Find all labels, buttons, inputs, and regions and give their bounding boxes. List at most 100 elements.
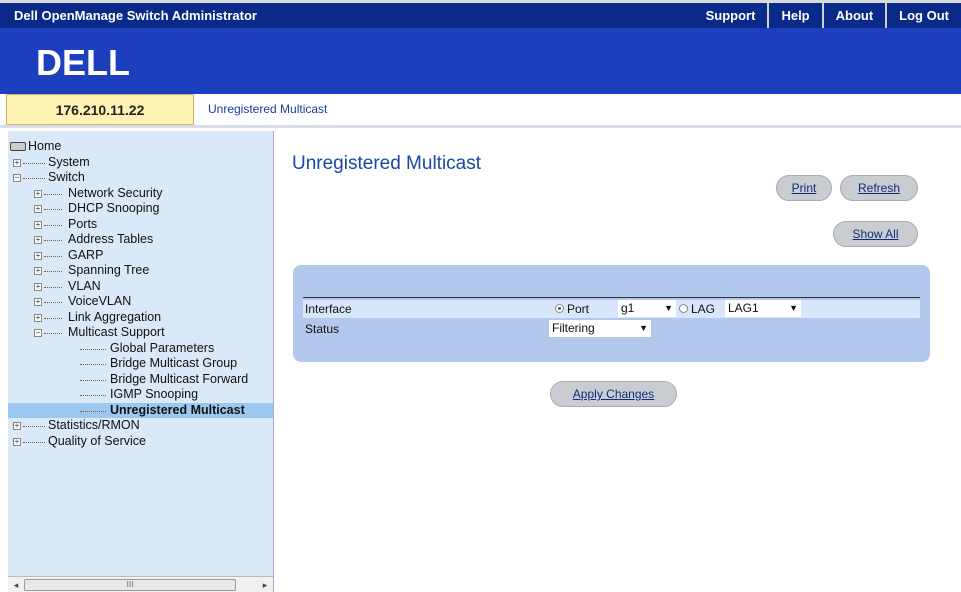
tree-connector (80, 379, 106, 381)
tree-item-ports[interactable]: + Ports (8, 216, 273, 233)
show-all-button[interactable]: Show All (833, 221, 918, 247)
tree-label: Bridge Multicast Group (110, 356, 238, 370)
breadcrumb[interactable]: Unregistered Multicast (208, 102, 327, 116)
expand-icon[interactable]: + (34, 282, 42, 291)
tree-connector (44, 302, 62, 303)
status-select-value: Filtering (552, 321, 595, 335)
tree-label: Address Tables (68, 232, 154, 246)
tree-label: Network Security (68, 185, 163, 200)
expand-icon[interactable]: + (34, 205, 42, 213)
refresh-button[interactable]: Refresh (840, 175, 918, 201)
tree-connector (23, 178, 45, 179)
expand-icon[interactable]: + (34, 220, 42, 229)
tree-item-global-parameters[interactable]: Global Parameters (8, 341, 273, 357)
tree-label: Quality of Service (48, 433, 146, 448)
log-out-link[interactable]: Log Out (885, 3, 961, 28)
tree-connector (44, 224, 62, 226)
tree-connector (44, 209, 62, 210)
tree-connector (80, 395, 106, 396)
status-label: Status (305, 322, 340, 336)
expand-icon[interactable]: + (13, 422, 21, 430)
panel-divider (303, 297, 920, 298)
tree-connector (80, 410, 106, 412)
tree-label: Ports (68, 216, 98, 231)
tree-item-dhcp-snooping[interactable]: + DHCP Snooping (8, 201, 273, 217)
tree-connector (44, 271, 62, 272)
tree-label: IGMP Snooping (110, 387, 199, 401)
tree-item-voicevlan[interactable]: + VoiceVLAN (8, 294, 273, 310)
lag-select[interactable]: LAG1 ▼ (725, 300, 801, 317)
status-select[interactable]: Filtering ▼ (549, 320, 651, 337)
port-radio[interactable] (555, 304, 564, 313)
chevron-down-icon: ▼ (664, 303, 673, 313)
lag-radio[interactable] (679, 304, 688, 313)
collapse-icon[interactable]: − (34, 329, 42, 337)
tree-label: VoiceVLAN (68, 294, 132, 308)
tree-connector (80, 348, 106, 350)
chevron-down-icon: ▼ (639, 323, 648, 333)
tree-connector (44, 333, 62, 334)
dell-logo-text: DELL (36, 42, 130, 83)
tree-item-address-tables[interactable]: + Address Tables (8, 232, 273, 248)
dell-logo: DELL (36, 42, 130, 84)
ip-address: 176.210.11.22 (6, 94, 194, 125)
expand-icon[interactable]: + (34, 298, 42, 306)
tree-item-home[interactable]: Home (8, 139, 273, 155)
tree-label: Switch (48, 170, 85, 184)
tree-item-network-security[interactable]: + Network Security (8, 185, 273, 202)
tree-item-system[interactable]: + System (8, 154, 273, 171)
tree-label: Spanning Tree (68, 263, 150, 277)
support-link[interactable]: Support (694, 3, 768, 28)
tree-label: Link Aggregation (68, 309, 162, 324)
tree-label: DHCP Snooping (68, 201, 160, 215)
tree-item-vlan[interactable]: + VLAN (8, 279, 273, 295)
tree-item-unregistered-multicast[interactable]: Unregistered Multicast (8, 402, 273, 418)
tree-item-multicast-support[interactable]: − Multicast Support (8, 325, 273, 341)
tree-item-garp[interactable]: + GARP (8, 247, 273, 264)
expand-icon[interactable]: + (13, 437, 21, 446)
page-title: Unregistered Multicast (292, 153, 482, 174)
tree-label: Home (28, 139, 62, 153)
tree-item-switch[interactable]: − Switch (8, 170, 273, 186)
scrollbar-thumb[interactable]: III (24, 579, 236, 591)
tree-label: GARP (68, 247, 104, 262)
tree-item-spanning-tree[interactable]: + Spanning Tree (8, 263, 273, 279)
tree-item-statistics-rmon[interactable]: + Statistics/RMON (8, 418, 273, 434)
tree-item-bridge-multicast-forward[interactable]: Bridge Multicast Forward (8, 372, 273, 388)
expand-icon[interactable]: + (13, 158, 21, 167)
help-link[interactable]: Help (767, 3, 821, 28)
about-link[interactable]: About (821, 3, 886, 28)
tree-item-bridge-multicast-group[interactable]: Bridge Multicast Group (8, 356, 273, 372)
port-select[interactable]: g1 ▼ (618, 300, 676, 317)
expand-icon[interactable]: + (34, 189, 42, 198)
nav-tree: Home + System − Switch + Network Securit… (8, 139, 273, 450)
horizontal-scrollbar[interactable]: ◂ III ▸ (8, 576, 273, 592)
expand-icon[interactable]: + (34, 267, 42, 275)
scroll-right-icon[interactable]: ▸ (258, 578, 272, 592)
address-bar: 176.210.11.22 Unregistered Multicast (0, 94, 961, 128)
expand-icon[interactable]: + (34, 236, 42, 244)
expand-icon[interactable]: + (34, 313, 42, 322)
print-button[interactable]: Print (776, 175, 832, 201)
tree-label: Statistics/RMON (48, 418, 140, 432)
collapse-icon[interactable]: − (13, 174, 21, 182)
tree-item-quality-of-service[interactable]: + Quality of Service (8, 433, 273, 450)
tree-item-link-aggregation[interactable]: + Link Aggregation (8, 309, 273, 326)
logo-band: DELL (0, 28, 961, 94)
expand-icon[interactable]: + (34, 251, 42, 260)
apply-changes-button[interactable]: Apply Changes (550, 381, 677, 407)
chevron-down-icon: ▼ (789, 303, 798, 313)
interface-label: Interface (305, 302, 352, 316)
scroll-left-icon[interactable]: ◂ (9, 578, 23, 592)
tree-item-igmp-snooping[interactable]: IGMP Snooping (8, 387, 273, 403)
settings-panel: Interface Port g1 ▼ LAG LAG1 ▼ Status Fi… (293, 265, 930, 362)
interface-row: Interface Port g1 ▼ LAG LAG1 ▼ (303, 300, 920, 318)
tree-label: System (48, 154, 90, 169)
tree-label: Multicast Support (68, 325, 165, 339)
tree-connector (44, 240, 62, 241)
port-select-value: g1 (621, 301, 635, 315)
top-bar: Dell OpenManage Switch Administrator Sup… (0, 0, 961, 28)
port-radio-label: Port (567, 302, 590, 316)
tree-connector (80, 364, 106, 365)
home-icon (10, 142, 26, 151)
